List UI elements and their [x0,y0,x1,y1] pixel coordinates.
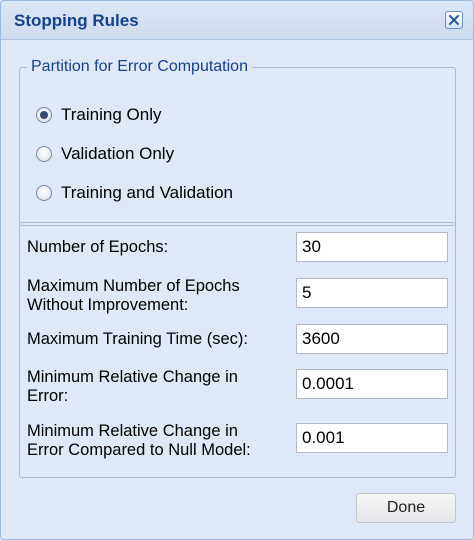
min-relative-change-label: Minimum Relative Change in Error: [27,368,238,405]
min-relative-change-null-model-label: Minimum Relative Change in Error Compare… [27,422,251,459]
dialog-title: Stopping Rules [14,11,139,30]
max-epochs-without-improvement-field[interactable] [296,278,448,308]
radio-button[interactable] [36,146,52,162]
radio-label: Validation Only [61,144,175,163]
stopping-criteria-panel: Number of Epochs: Maximum Number of Epoc… [19,222,456,478]
radio-validation-only[interactable]: Validation Only [36,142,174,166]
radio-button[interactable] [36,185,52,201]
close-button[interactable] [445,11,463,29]
radio-button-checked[interactable] [36,107,52,123]
radio-label: Training and Validation [61,183,234,202]
dialog-titlebar[interactable]: Stopping Rules [1,1,473,40]
partition-fieldset: Partition for Error Computation Training… [19,58,456,226]
max-training-time-field[interactable] [296,324,448,354]
stopping-rules-dialog: Stopping Rules Partition for Error Compu… [0,0,474,540]
min-relative-change-field[interactable] [296,369,448,399]
dialog-body: Partition for Error Computation Training… [10,40,464,530]
radio-training-only[interactable]: Training Only [36,103,161,127]
min-relative-change-null-model-field[interactable] [296,423,448,453]
radio-label: Training Only [61,105,162,124]
radio-training-and-validation[interactable]: Training and Validation [36,181,233,205]
max-training-time-label: Maximum Training Time (sec): [27,330,248,348]
number-of-epochs-field[interactable] [296,232,448,262]
max-epochs-without-improvement-label: Maximum Number of Epochs Without Improve… [27,277,240,314]
close-x-icon [449,15,459,25]
partition-legend: Partition for Error Computation [31,58,248,75]
number-of-epochs-label: Number of Epochs: [27,238,169,256]
done-button[interactable]: Done [356,493,456,523]
